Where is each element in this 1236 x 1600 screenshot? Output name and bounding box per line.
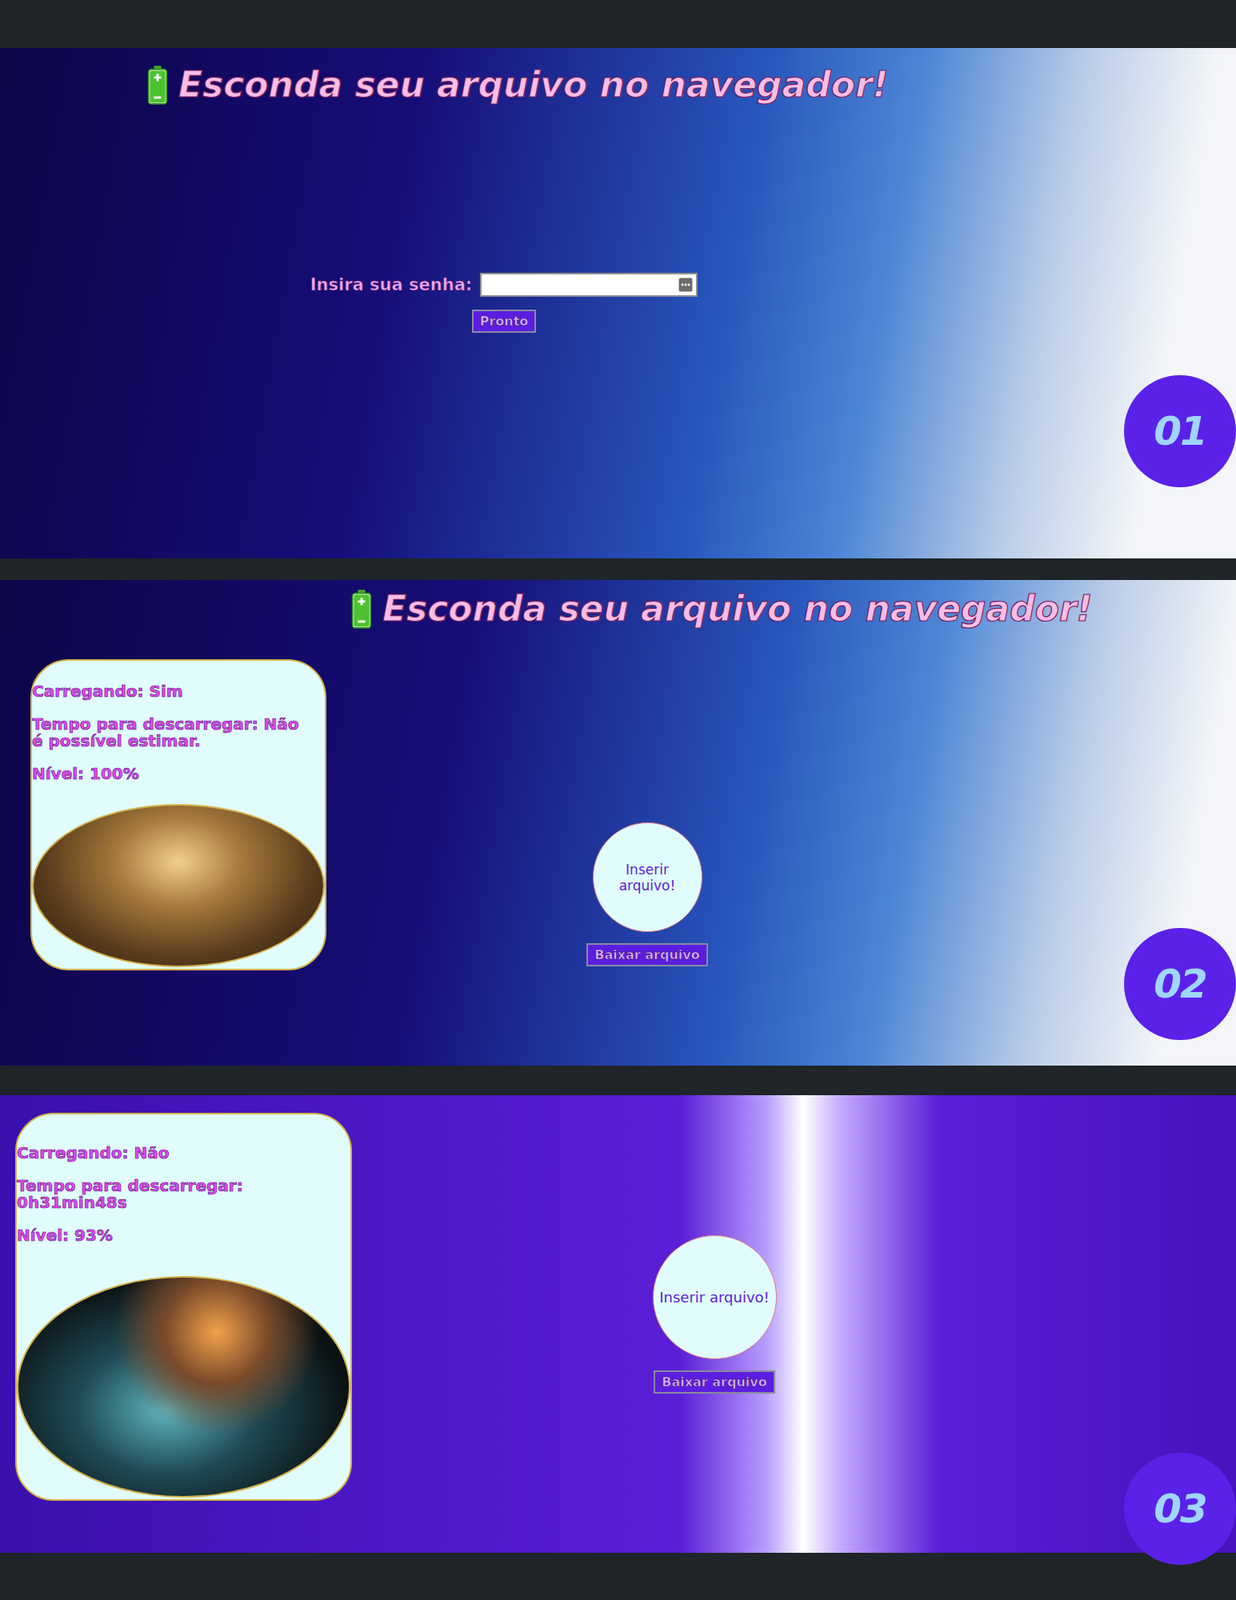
step-badge: 02 [1124, 928, 1236, 1040]
battery-card: Carregando: Sim Tempo para descarregar: … [30, 659, 327, 971]
battery-card: Carregando: Não Tempo para descarregar: … [15, 1112, 352, 1501]
download-button[interactable]: Baixar arquivo [586, 943, 708, 967]
insert-file-button[interactable]: Inserir arquivo! [652, 1235, 777, 1360]
step-badge: 01 [1124, 375, 1236, 488]
insert-file-button[interactable]: Inserir arquivo! [592, 822, 703, 932]
password-manager-icon[interactable] [678, 277, 693, 292]
password-label: Insira sua senha: [310, 275, 472, 295]
submit-button[interactable]: Pronto [472, 309, 537, 333]
battery-photo [16, 1276, 351, 1498]
upload-area: Inserir arquivo! Baixar arquivo [634, 1235, 795, 1394]
page: Esconda seu arquivo no navegador! Insira… [0, 0, 1236, 1600]
login-form: Insira sua senha: Pronto [304, 272, 704, 333]
charging-status: Carregando: Sim [32, 683, 325, 700]
app-body: Carregando: Não Tempo para descarregar: … [0, 1095, 1236, 1501]
upload-area: Inserir arquivo! Baixar arquivo [567, 822, 728, 967]
battery-level: Nível: 93% [16, 1227, 351, 1244]
page-title: Esconda seu arquivo no navegador! [0, 48, 1236, 105]
title-text: Esconda seu arquivo no navegador! [178, 64, 889, 105]
page-title: Esconda seu arquivo no navegador! [0, 580, 1236, 629]
battery-icon [350, 588, 373, 629]
screenshot-panel: Esconda seu arquivo no navegador! Insira… [0, 48, 1236, 559]
discharge-time: Tempo para descarregar: Não é possível e… [32, 716, 325, 750]
battery-icon [146, 64, 169, 105]
screenshot-panel: Carregando: Não Tempo para descarregar: … [0, 1095, 1236, 1553]
download-button[interactable]: Baixar arquivo [653, 1370, 776, 1394]
step-badge: 03 [1124, 1452, 1236, 1565]
charging-status: Carregando: Não [16, 1144, 351, 1162]
password-field[interactable] [480, 272, 698, 297]
app-body: Carregando: Sim Tempo para descarregar: … [0, 628, 1236, 971]
screenshot-panel: Esconda seu arquivo no navegador! Carreg… [0, 580, 1236, 1066]
discharge-time: Tempo para descarregar: 0h31min48s [16, 1177, 351, 1212]
title-text: Esconda seu arquivo no navegador! [382, 588, 1093, 629]
battery-photo [32, 804, 325, 968]
battery-level: Nível: 100% [32, 765, 325, 783]
password-input[interactable] [484, 276, 679, 293]
